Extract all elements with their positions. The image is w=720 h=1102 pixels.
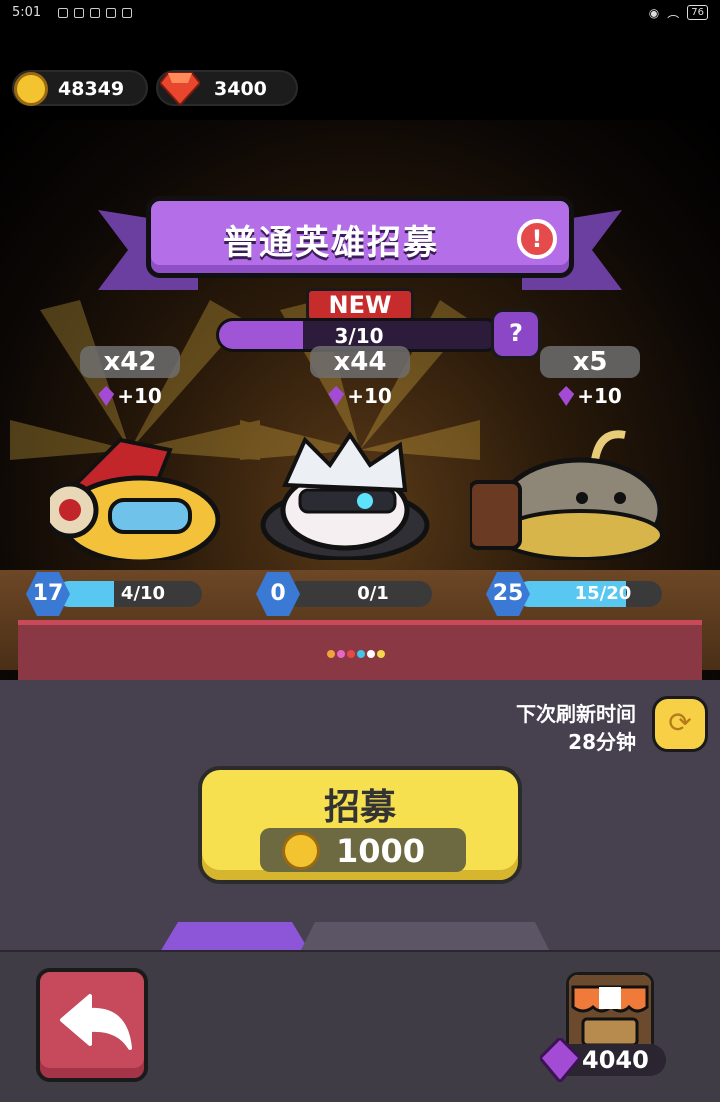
- status-right: ◉ ︵ 76: [649, 4, 708, 21]
- refresh-button[interactable]: ⟳: [652, 696, 708, 752]
- back-button[interactable]: [36, 968, 148, 1082]
- notification-icons: [58, 8, 132, 18]
- hero-portrait-3: [470, 430, 664, 560]
- shard-progress-text: 15/20: [574, 583, 632, 604]
- status-time: 5:01: [12, 5, 42, 20]
- new-badge: NEW: [306, 288, 414, 322]
- page-dot: [357, 650, 365, 658]
- page-dot: [347, 650, 355, 658]
- hero-gem-gain: +10: [98, 384, 162, 408]
- hero-level: 0 0/1: [256, 572, 436, 616]
- gem-icon: [328, 386, 345, 406]
- eye-icon: ◉: [648, 5, 660, 20]
- page-dot: [327, 650, 335, 658]
- refresh-remaining: 28分钟: [568, 730, 636, 754]
- hero-count: x5: [540, 346, 640, 378]
- hero-level: 17 4/10: [26, 572, 206, 616]
- ruby-icon: [160, 72, 200, 105]
- hero-portrait-1: [50, 437, 220, 560]
- page-indicator: [327, 650, 385, 658]
- coin-icon: [282, 832, 320, 870]
- hero-level: 25 15/20: [486, 572, 666, 616]
- hero-count: x42: [80, 346, 180, 378]
- back-arrow-icon: [60, 994, 132, 1050]
- recruit-label: 招募: [323, 787, 396, 828]
- banner-title: 普通英雄招募: [223, 223, 439, 263]
- level-badge: 0: [256, 572, 300, 616]
- gem-icon: [558, 386, 575, 406]
- shop-gem-value: 4040: [582, 1046, 649, 1074]
- coin-amount: 48349: [58, 78, 125, 100]
- battery-icon: 76: [687, 5, 708, 20]
- refresh-label: 下次刷新时间: [516, 702, 636, 726]
- recruit-price: 1000: [260, 828, 466, 872]
- level-badge: 17: [26, 572, 70, 616]
- gem-icon: [98, 386, 115, 406]
- recruit-button[interactable]: 招募 1000: [198, 766, 522, 884]
- level-badge: 25: [486, 572, 530, 616]
- info-button[interactable]: !: [517, 219, 557, 259]
- refresh-icon: ⟳: [668, 706, 692, 739]
- purple-gem-icon: [540, 1038, 580, 1082]
- hero-gem-gain: +10: [558, 384, 622, 408]
- gem-amount: 3400: [214, 78, 267, 100]
- hero-card-2[interactable]: x44 +10 0 0/1: [250, 340, 470, 620]
- wifi-icon: ︵: [667, 6, 680, 20]
- hero-gem-gain: +10: [328, 384, 392, 408]
- hero-count: x44: [310, 346, 410, 378]
- recruit-banner: 普通英雄招募 !: [146, 196, 574, 278]
- page-dot: [367, 650, 375, 658]
- refresh-timer: 下次刷新时间 28分钟: [516, 700, 636, 756]
- tab-other[interactable]: [300, 922, 550, 952]
- page-dot: [377, 650, 385, 658]
- tab-normal[interactable]: [160, 922, 310, 952]
- shard-progress-text: 0/1: [357, 583, 389, 604]
- coin-balance[interactable]: 48349: [12, 70, 148, 106]
- gem-balance[interactable]: 3400: [156, 70, 298, 106]
- page-dot: [337, 650, 345, 658]
- shop-icon: [569, 975, 651, 1051]
- recruit-tabs: [160, 922, 550, 952]
- status-bar: 5:01 ◉ ︵ 76: [0, 0, 720, 28]
- shard-progress-bar: 0/1: [286, 581, 432, 607]
- hero-card-3[interactable]: x5 +10 25 15/20: [470, 340, 700, 620]
- shard-progress-text: 4/10: [120, 583, 166, 604]
- shard-progress-bar: 15/20: [516, 581, 662, 607]
- shard-progress-bar: 4/10: [56, 581, 202, 607]
- hero-card-1[interactable]: x42 +10 17 4/10: [20, 340, 240, 620]
- recruit-price-value: 1000: [336, 832, 426, 870]
- shop-gem-count: 4040: [540, 1038, 666, 1082]
- coin-icon: [14, 72, 48, 106]
- hero-portrait-2: [260, 431, 430, 560]
